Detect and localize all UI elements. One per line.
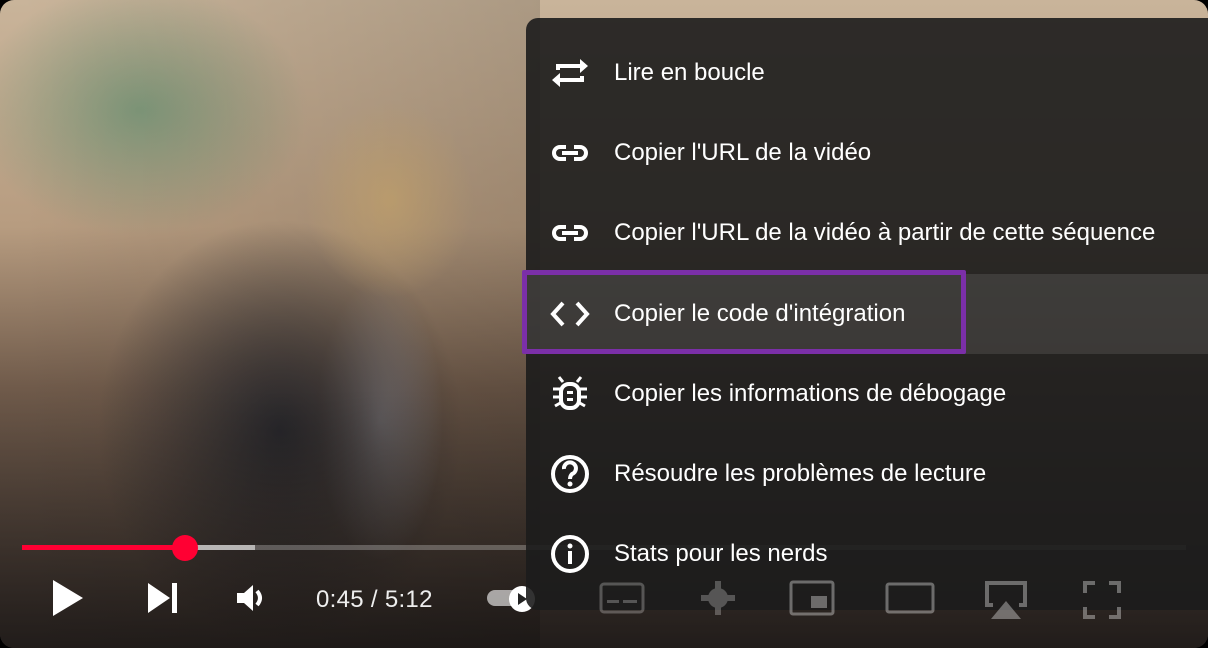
scrubber-handle[interactable] [171, 535, 198, 561]
theater-button[interactable] [884, 580, 936, 616]
menu-item-loop[interactable]: Lire en boucle [526, 33, 1208, 113]
volume-icon [237, 585, 262, 611]
menu-item-copy-url[interactable]: Copier l'URL de la vidéo [526, 113, 1208, 193]
loop-icon [548, 51, 592, 95]
video-player[interactable]: 0:45 / 5:12 Lire en boucle Copier l'URL … [0, 0, 1208, 648]
cast-button[interactable] [978, 576, 1034, 622]
menu-item-label: Lire en boucle [614, 59, 765, 86]
time-display: 0:45 / 5:12 [316, 586, 433, 613]
miniplayer-button[interactable] [788, 578, 836, 618]
link-icon [548, 211, 592, 255]
fullscreen-icon [1083, 581, 1121, 619]
subtitles-button[interactable] [598, 580, 646, 616]
menu-item-label: Stats pour les nerds [614, 540, 828, 567]
next-button[interactable] [140, 578, 184, 618]
menu-item-label: Résoudre les problèmes de lecture [614, 460, 987, 487]
fullscreen-button[interactable] [1080, 578, 1124, 622]
subtitles-icon [599, 582, 645, 614]
gear-icon [701, 581, 735, 615]
link-icon [548, 131, 592, 175]
skip-next-icon [148, 583, 177, 613]
miniplayer-icon [789, 580, 835, 616]
info-icon [548, 532, 592, 576]
airplay-icon [985, 581, 1027, 619]
play-button[interactable] [46, 576, 90, 620]
theater-icon [885, 582, 935, 614]
highlight-box [522, 270, 966, 354]
play-icon [53, 580, 83, 616]
bug-icon [548, 372, 592, 416]
volume-button[interactable] [232, 580, 272, 616]
menu-item-copy-url-at-time[interactable]: Copier l'URL de la vidéo à partir de cet… [526, 193, 1208, 273]
menu-item-label: Copier l'URL de la vidéo à partir de cet… [614, 219, 1156, 246]
played-bar [22, 545, 185, 550]
menu-item-troubleshoot[interactable]: Résoudre les problèmes de lecture [526, 434, 1208, 514]
settings-button[interactable] [698, 578, 738, 618]
menu-item-copy-debug-info[interactable]: Copier les informations de débogage [526, 354, 1208, 434]
menu-item-label: Copier l'URL de la vidéo [614, 139, 872, 166]
menu-item-label: Copier les informations de débogage [614, 380, 1007, 407]
help-circle-icon [548, 452, 592, 496]
